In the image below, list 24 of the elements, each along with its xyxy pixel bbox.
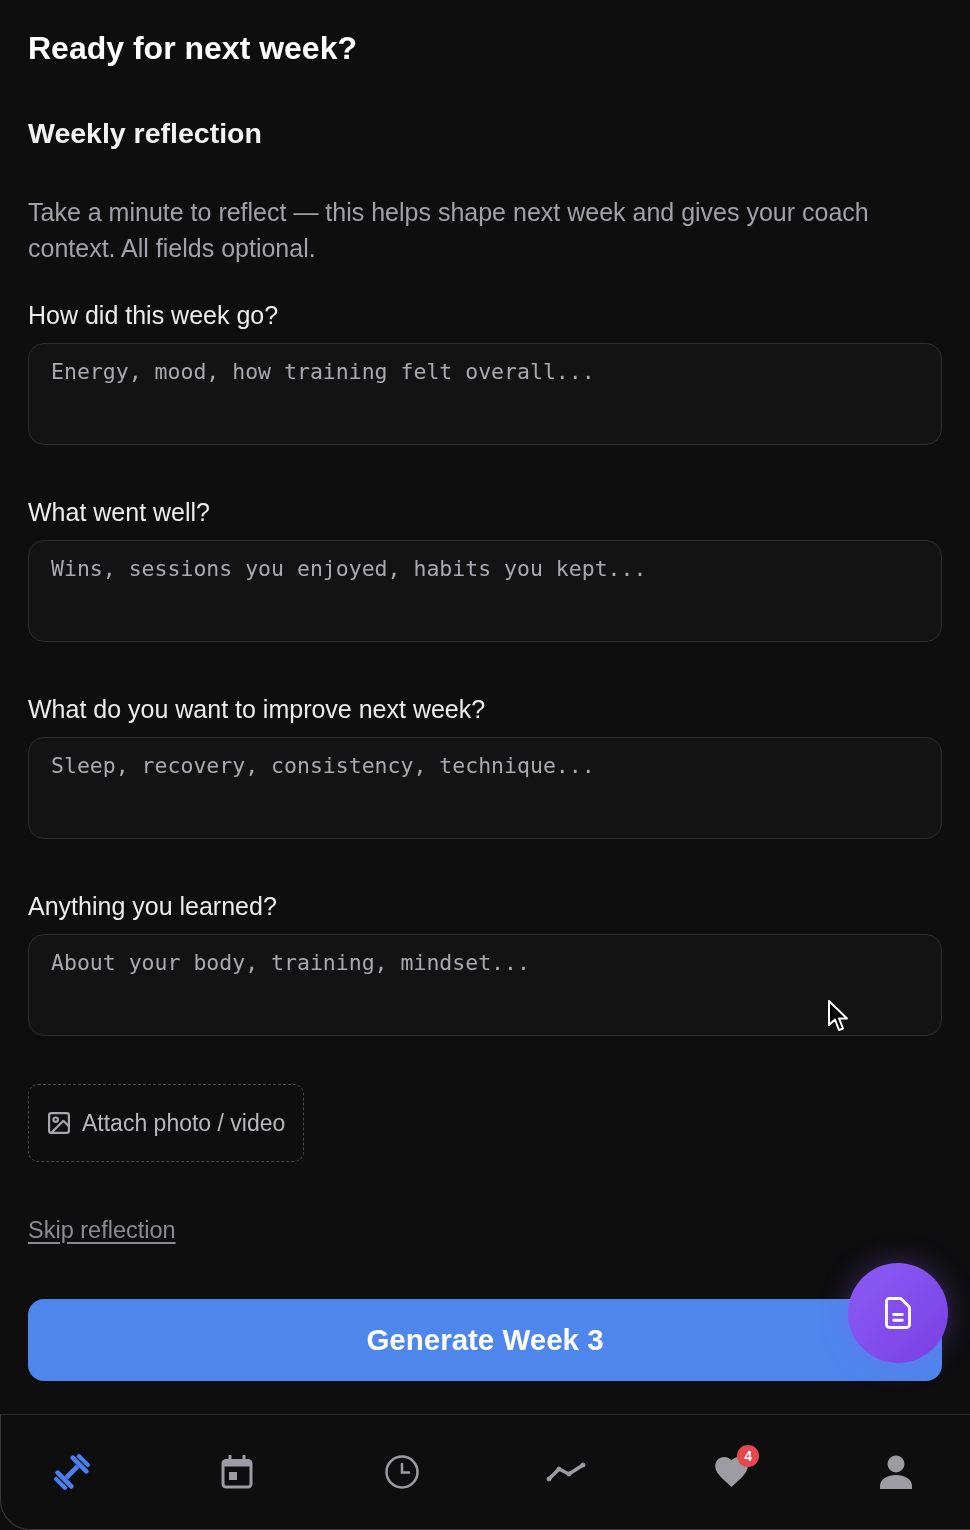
section-description: Take a minute to reflect — this helps shape next week and gives your coach context. All fields optional. (28, 197, 870, 264)
text-area[interactable]: Sleep, recovery, consistency, technique... (28, 737, 942, 839)
field-label: Anything you learned? (28, 891, 277, 921)
document-icon (885, 1297, 911, 1329)
generate-button[interactable]: Generate Week 3 (28, 1299, 942, 1381)
clock-icon (384, 1455, 419, 1489)
text-area[interactable]: About your body, training, mindset... (28, 934, 942, 1036)
page-title: Ready for next week? (28, 29, 357, 68)
field-label: What went well? (28, 497, 211, 527)
skip-reflection-link[interactable]: Skip reflection (28, 1215, 176, 1245)
text-area[interactable]: Energy, mood, how training felt overall... (28, 343, 942, 445)
attach-button[interactable]: Attach photo / video (28, 1084, 305, 1162)
floating-action-button[interactable] (848, 1263, 948, 1363)
person-icon (878, 1455, 914, 1489)
line-chart-icon (545, 1461, 588, 1483)
field-label: What do you want to improve next week? (28, 694, 486, 724)
mouse-pointer-icon (827, 999, 849, 1033)
text-area[interactable]: Wins, sessions you enjoyed, habits you kept... (28, 540, 942, 642)
section-title: Weekly reflection (28, 116, 262, 151)
image-icon (48, 1112, 70, 1134)
dumbbell-icon (52, 1452, 92, 1492)
calendar-icon (220, 1455, 253, 1489)
field-label: How did this week go? (28, 300, 279, 330)
notification-badge: 4 (737, 1445, 760, 1467)
